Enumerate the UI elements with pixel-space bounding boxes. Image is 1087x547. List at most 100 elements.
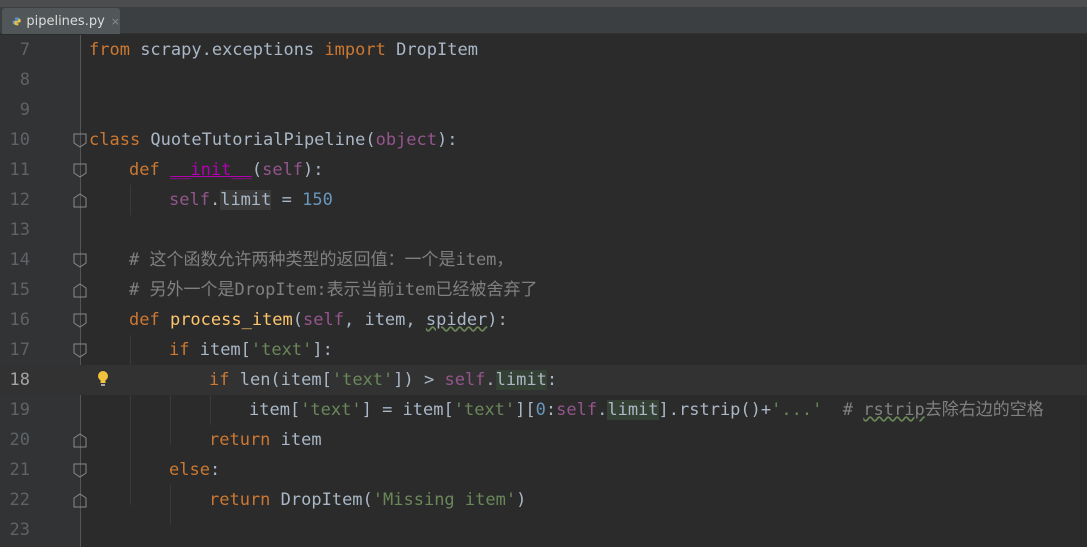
code-token: ]) > [393,370,445,390]
line-number: 15 [9,280,30,300]
code-text: if item['text']: [169,339,333,361]
fold-marker-icon[interactable] [73,433,87,448]
dunder-method: __init__ [169,160,252,180]
code-line: 20 return item [0,425,1087,455]
code-token: . [485,370,496,390]
fold-marker-icon[interactable] [73,463,87,478]
code-token: ]: [312,340,333,360]
code-token: ) [516,490,527,510]
close-icon[interactable]: × [111,15,120,28]
fold-marker-icon[interactable] [73,343,87,358]
line-number: 20 [9,430,30,450]
code-token: ): [437,130,458,150]
keyword: if [209,370,230,390]
code-token: ].rstrip()+ [658,400,772,420]
code-line: 9 [0,95,1087,125]
code-comment: # 另外一个是DropItem:表示当前item已经被舍弃了 [129,280,538,300]
string-literal: 'text' [250,340,313,360]
string-literal: 'text' [453,400,516,420]
code-line: 19 item['text'] = item['text'][0:self.li… [0,395,1087,425]
string-literal: 'Missing item' [372,490,517,510]
string-literal: '...' [771,400,823,420]
self-keyword: self [169,190,210,210]
self-keyword: self [262,160,304,180]
code-line: 10 class QuoteTutorialPipeline(object): [0,125,1087,155]
code-comment: rstrip [863,400,925,420]
keyword: return [209,490,271,510]
code-text: self.limit = 150 [169,189,333,211]
code-line-current: 18 if len(item['text']) > self.limit: [0,365,1087,395]
code-token: : [209,460,221,480]
fold-marker-icon[interactable] [73,163,87,178]
tab-pipelines-py[interactable]: pipelines.py × [2,8,120,34]
fold-marker-icon[interactable] [73,253,87,268]
keyword: return [209,430,271,450]
number-literal: 150 [302,190,333,210]
line-number: 18 [9,370,30,390]
code-token: limit [607,400,659,420]
code-token: item [270,430,322,450]
line-number: 7 [19,40,30,60]
code-text: def __init__(self): [129,159,324,181]
lightbulb-icon[interactable] [96,370,110,388]
code-token: : [545,400,557,420]
code-text: class QuoteTutorialPipeline(object): [89,129,458,151]
line-number: 16 [9,310,30,330]
code-comment: # [842,400,864,420]
code-token: ( [292,310,304,330]
line-number: 10 [9,130,30,150]
keyword: class [89,130,141,150]
code-editor[interactable]: 7 from scrapy.exceptions import DropItem… [0,35,1087,547]
code-token: ): [487,310,508,330]
keyword: import [324,40,386,60]
fold-marker-icon[interactable] [73,283,87,298]
line-number: 21 [9,460,30,480]
self-keyword: self [444,370,486,390]
code-line: 14 # 这个函数允许两种类型的返回值：一个是item， [0,245,1087,275]
line-number: 12 [9,190,30,210]
keyword: from [89,40,130,60]
python-file-icon [12,16,21,26]
code-line: 17 if item['text']: [0,335,1087,365]
fold-marker-icon[interactable] [73,313,87,328]
fold-marker-icon[interactable] [73,193,87,208]
line-number: 23 [9,520,30,540]
code-text: from scrapy.exceptions import DropItem [89,39,478,61]
line-number: 14 [9,250,30,270]
code-line: 15 # 另外一个是DropItem:表示当前item已经被舍弃了 [0,275,1087,305]
unused-param: spider [425,310,488,330]
string-literal: 'text' [300,400,362,420]
code-token: limit [495,370,547,390]
code-token: scrapy.exceptions [129,40,325,60]
code-line: 16 def process_item(self, item, spider): [0,305,1087,335]
code-token: , item, [343,310,426,330]
code-text: else: [169,459,220,481]
code-token: len(item[ [229,370,332,390]
code-line: 8 [0,65,1087,95]
line-number: 22 [9,490,30,510]
builtin: object [375,130,438,150]
code-token: ] = item[ [361,400,454,420]
code-line: 23 [0,515,1087,545]
number-literal: 0 [535,400,546,420]
code-text: if len(item['text']) > self.limit: [209,369,557,391]
code-token: ): [303,160,324,180]
code-token: DropItem( [270,490,373,510]
code-text: return DropItem('Missing item') [209,489,526,511]
code-token: item[ [249,400,301,420]
code-token: . [209,190,221,210]
code-line: 22 return DropItem('Missing item') [0,485,1087,515]
code-token: DropItem [385,40,478,60]
code-token: limit [220,190,272,210]
code-text: def process_item(self, item, spider): [129,309,508,331]
line-number: 9 [19,100,30,120]
code-token: QuoteTutorialPipeline( [140,130,376,150]
keyword: else [169,460,210,480]
code-line: 21 else: [0,455,1087,485]
fold-marker-icon[interactable] [73,493,87,508]
code-token: ( [251,160,263,180]
fold-marker-icon[interactable] [73,133,87,148]
line-number: 8 [19,70,30,90]
code-text: item['text'] = item['text'][0:self.limit… [249,399,1044,421]
